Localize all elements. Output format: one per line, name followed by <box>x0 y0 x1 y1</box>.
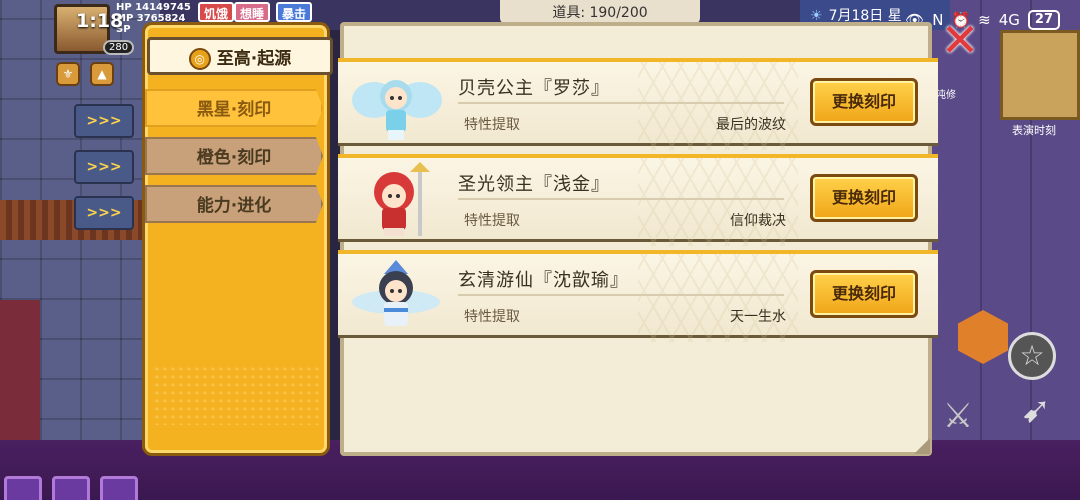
signal-icon: 4G <box>998 11 1020 29</box>
star-icon[interactable]: ☆ <box>1008 332 1056 380</box>
quick-slot[interactable] <box>100 476 138 500</box>
side-arrow-button[interactable]: >>> <box>74 104 134 138</box>
quick-slots <box>0 476 138 500</box>
map-carpet <box>0 300 40 440</box>
tab-orange-imprint[interactable]: 橙色·刻印 <box>145 137 323 175</box>
side-arrow-button[interactable]: >>> <box>74 196 134 230</box>
quick-slot[interactable] <box>52 476 90 500</box>
imprint-list-panel: 贝壳公主『罗莎』 特性提取 最后的波纹 更换刻印 圣光领主『浅金』 特性提取 信… <box>338 22 938 456</box>
divider <box>458 102 784 104</box>
change-imprint-button[interactable]: 更换刻印 <box>810 78 918 126</box>
character-name: 圣光领主『浅金』 <box>458 174 610 195</box>
imprint-card: 玄清游仙『沈歆瑜』 特性提取 天一生水 更换刻印 <box>338 250 938 342</box>
bow-icon[interactable]: ➹ <box>1006 390 1066 450</box>
card-pattern <box>638 158 798 246</box>
coin-icon: ◎ <box>188 48 211 70</box>
character-portrait <box>352 260 440 326</box>
performance-label: 表演时刻 <box>1012 124 1056 137</box>
change-imprint-button[interactable]: 更换刻印 <box>810 270 918 318</box>
imprint-card: 贝壳公主『罗莎』 特性提取 最后的波纹 更换刻印 <box>338 58 938 150</box>
card-pattern <box>638 254 798 342</box>
close-icon[interactable]: ✕ <box>938 17 982 64</box>
tab-label: 黑星·刻印 <box>196 100 272 120</box>
battery-icon: 27 <box>1027 10 1060 30</box>
tab-supreme-origin[interactable]: ◎ 至高·起源 <box>147 37 333 75</box>
trait-label: 特性提取 <box>464 117 520 133</box>
imprint-card: 圣光领主『浅金』 特性提取 信仰裁决 更换刻印 <box>338 154 938 246</box>
clock: 1:18 <box>76 10 124 32</box>
card-pattern <box>638 62 798 150</box>
imprint-tab-panel: ◎ 至高·起源 黑星·刻印 橙色·刻印 能力·进化 <box>142 22 333 456</box>
level-badge: 280 <box>103 40 135 55</box>
trait-value: 天一生水 <box>730 309 786 325</box>
character-portrait <box>352 80 442 140</box>
map-board <box>1000 30 1080 120</box>
side-arrow-button[interactable]: >>> <box>74 150 134 184</box>
tab-blackstar-imprint[interactable]: 黑星·刻印 <box>145 89 323 127</box>
hud-icon-row: ⚜ ▲ <box>56 62 114 86</box>
quick-slot[interactable] <box>4 476 42 500</box>
skill-icon[interactable]: ▲ <box>90 62 114 86</box>
tab-label: 橙色·刻印 <box>196 148 272 168</box>
sword-icon[interactable]: ⚔ <box>930 396 986 446</box>
change-imprint-button[interactable]: 更换刻印 <box>810 174 918 222</box>
panel-pattern <box>153 365 319 425</box>
character-name: 贝壳公主『罗莎』 <box>458 78 610 99</box>
tab-ability-evolution[interactable]: 能力·进化 <box>145 185 323 223</box>
divider <box>458 294 784 296</box>
trait-value: 最后的波纹 <box>716 117 786 133</box>
trait-value: 信仰裁决 <box>730 213 786 229</box>
trait-label: 特性提取 <box>464 309 520 325</box>
tab-label: 能力·进化 <box>196 196 272 216</box>
trait-label: 特性提取 <box>464 213 520 229</box>
panel-corner <box>914 438 930 454</box>
divider <box>458 198 784 200</box>
character-name: 玄清游仙『沈歆瑜』 <box>458 270 629 291</box>
character-portrait <box>374 162 430 236</box>
buff-icon[interactable]: ⚜ <box>56 62 80 86</box>
tab-label: 至高·起源 <box>216 49 292 69</box>
